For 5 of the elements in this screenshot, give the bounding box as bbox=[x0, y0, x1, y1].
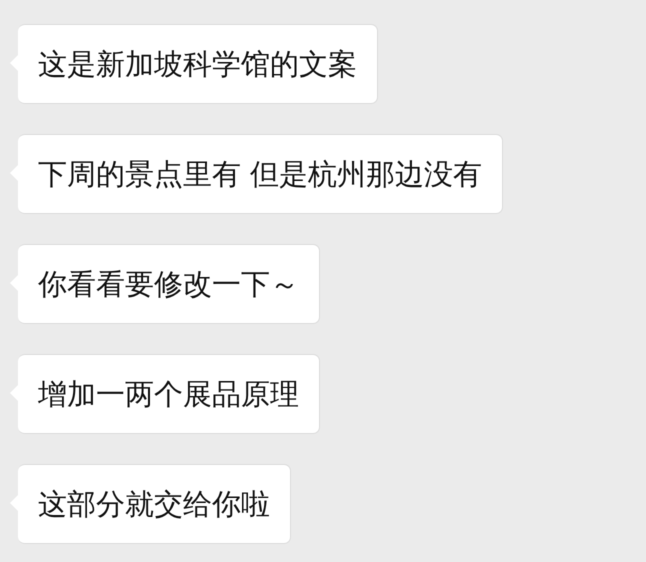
message-bubble: 这是新加坡科学馆的文案 bbox=[18, 24, 378, 104]
message-bubble: 增加一两个展品原理 bbox=[18, 354, 320, 434]
message-bubble: 你看看要修改一下～ bbox=[18, 244, 320, 324]
message-bubble: 这部分就交给你啦 bbox=[18, 464, 291, 544]
message-bubble: 下周的景点里有 但是杭州那边没有 bbox=[18, 134, 504, 214]
